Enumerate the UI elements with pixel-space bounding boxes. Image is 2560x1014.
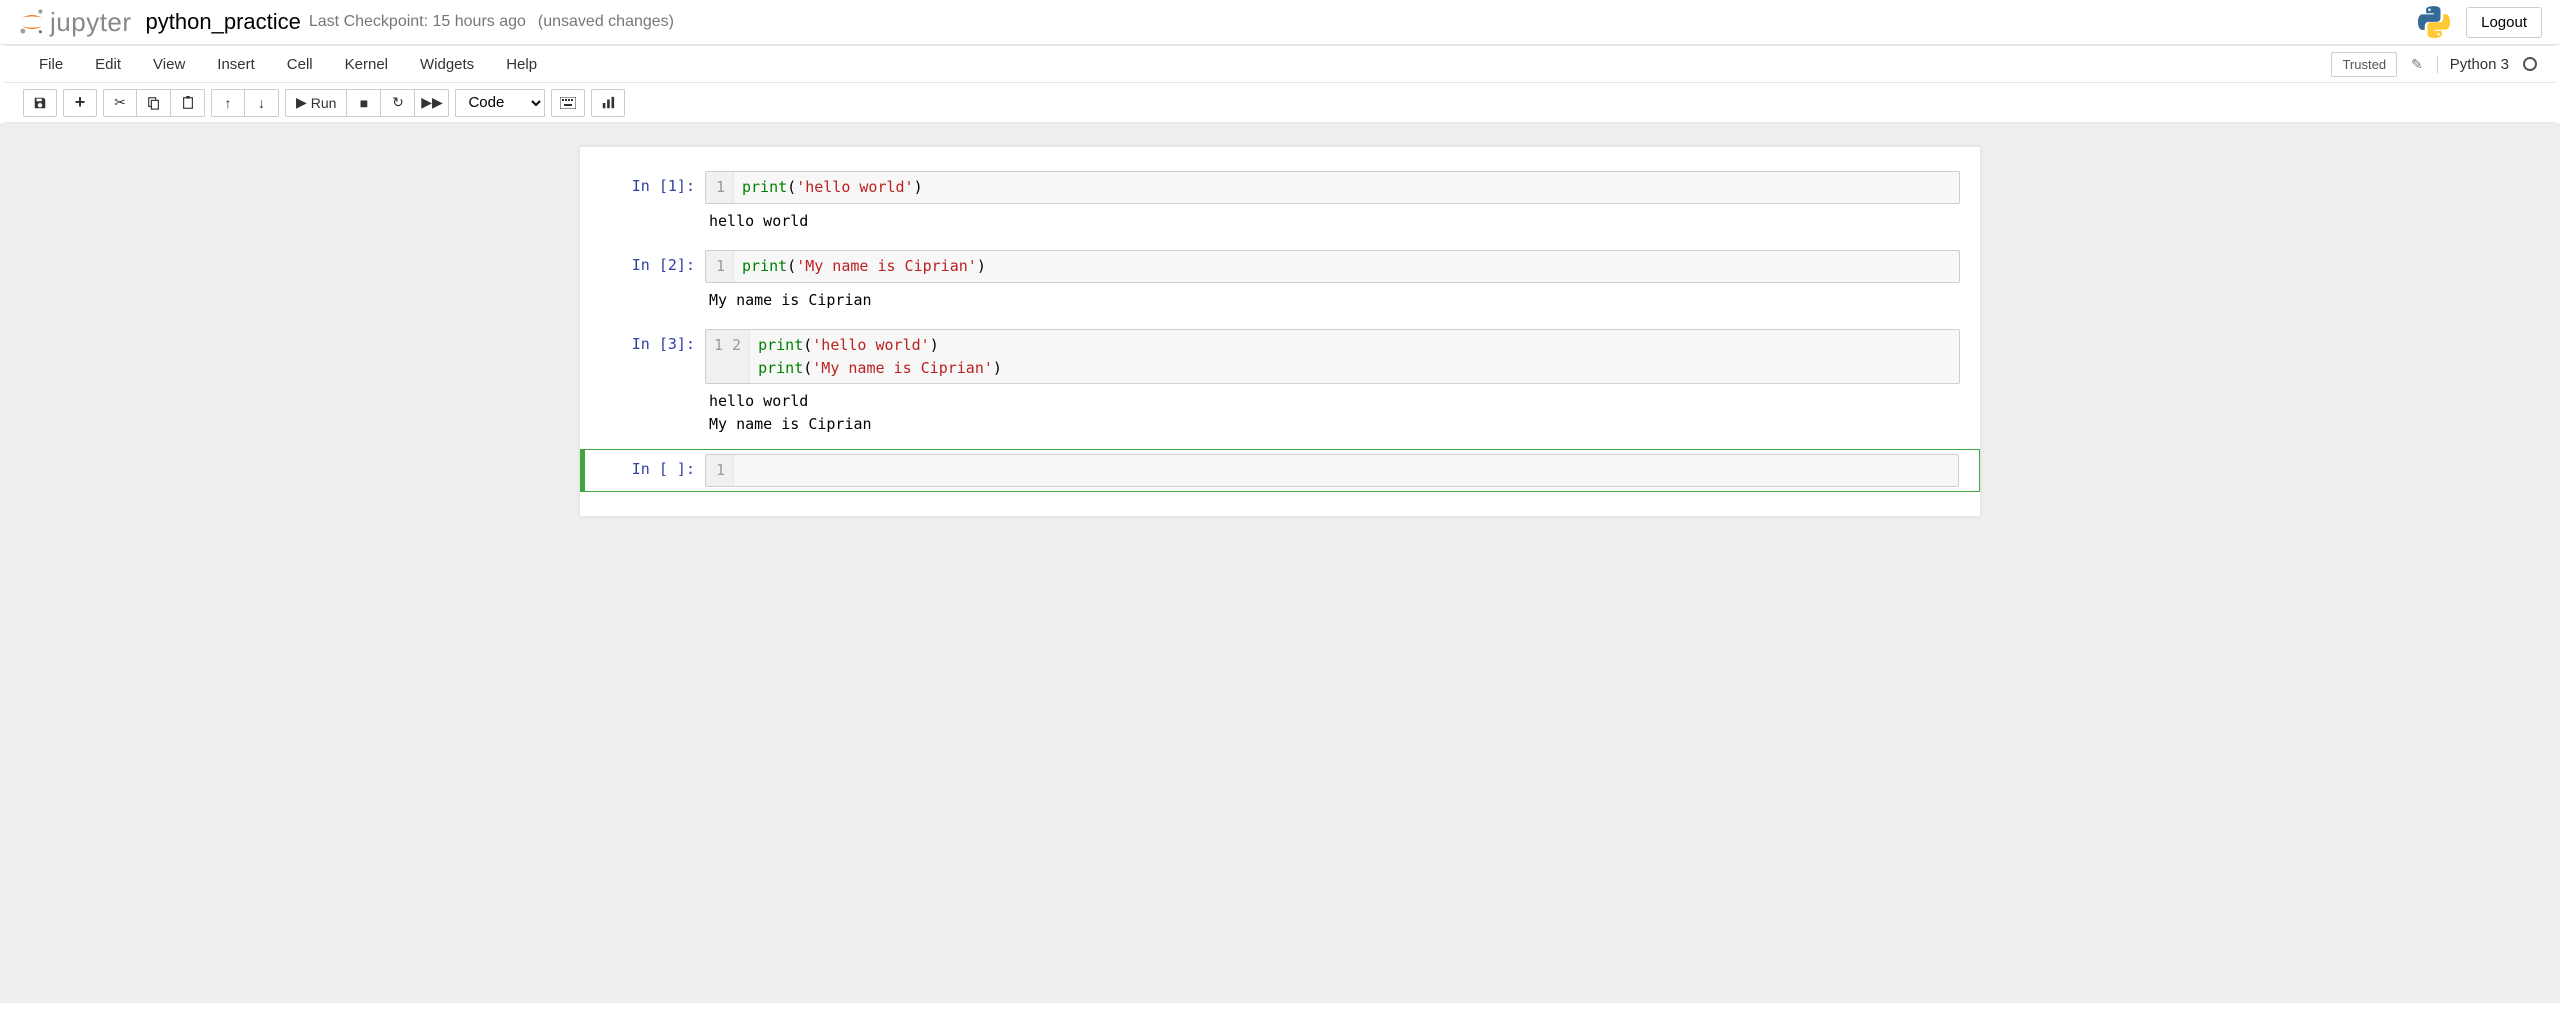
input-area[interactable]: 1 2print('hello world') print('My name i…: [705, 329, 1960, 384]
move-up-button[interactable]: ↑: [211, 89, 245, 117]
kernel-indicator-icon: [2523, 57, 2537, 71]
copy-button[interactable]: [137, 89, 171, 117]
cell-body: 1: [705, 454, 1969, 487]
move-group: ↑ ↓: [211, 89, 279, 117]
checkpoint-text: Last Checkpoint: 15 hours ago: [309, 13, 526, 31]
code-area[interactable]: print('hello world') print('My name is C…: [750, 330, 1959, 383]
line-gutter: 1: [706, 251, 734, 282]
keyboard-icon: [560, 97, 576, 109]
header: jupyter python_practice Last Checkpoint:…: [0, 0, 2560, 45]
menu-widgets[interactable]: Widgets: [404, 48, 490, 81]
interrupt-button[interactable]: ■: [347, 89, 381, 117]
input-area[interactable]: 1: [705, 454, 1959, 487]
copy-icon: [147, 96, 161, 110]
run-label: Run: [311, 95, 337, 111]
code-cell[interactable]: In [ ]:1: [580, 449, 1980, 492]
save-button[interactable]: [23, 89, 57, 117]
pencil-icon[interactable]: ✎: [2405, 56, 2429, 73]
arrow-down-icon: ↓: [258, 95, 265, 111]
menu-help[interactable]: Help: [490, 48, 553, 81]
celltype-select[interactable]: Code: [455, 89, 545, 117]
run-group: ▶︎Run ■ ↻ ▶▶: [285, 89, 449, 117]
code-cell[interactable]: In [1]:1print('hello world')hello world: [580, 167, 1980, 242]
restart-button[interactable]: ↻: [381, 89, 415, 117]
line-gutter: 1 2: [706, 330, 750, 383]
code-area[interactable]: [734, 455, 1958, 486]
menubar-right: Trusted ✎ Python 3: [2331, 52, 2537, 77]
page-body: In [1]:1print('hello world')hello worldI…: [0, 123, 2560, 1003]
move-down-button[interactable]: ↓: [245, 89, 279, 117]
input-prompt: In [1]:: [595, 171, 705, 238]
restart-icon: ↻: [392, 94, 404, 111]
restart-run-all-button[interactable]: ▶▶: [415, 89, 449, 117]
output-area: hello world: [705, 204, 1960, 239]
menu-view[interactable]: View: [137, 48, 201, 81]
paste-button[interactable]: [171, 89, 205, 117]
menu-edit[interactable]: Edit: [79, 48, 137, 81]
arrow-up-icon: ↑: [225, 95, 232, 111]
bar-chart-icon: [601, 96, 615, 110]
cell-body: 1 2print('hello world') print('My name i…: [705, 329, 1970, 441]
stop-icon: ■: [360, 95, 368, 111]
line-gutter: 1: [706, 172, 734, 203]
menu-kernel[interactable]: Kernel: [329, 48, 404, 81]
chart-button[interactable]: [591, 89, 625, 117]
jupyter-logo-text: jupyter: [50, 7, 132, 38]
jupyter-icon: [18, 8, 46, 36]
code-cell[interactable]: In [2]:1print('My name is Ciprian')My na…: [580, 246, 1980, 321]
input-area[interactable]: 1print('hello world'): [705, 171, 1960, 204]
menu-file[interactable]: File: [23, 48, 79, 81]
menu-cell[interactable]: Cell: [271, 48, 329, 81]
save-icon: [33, 96, 47, 110]
output-area: My name is Ciprian: [705, 283, 1960, 318]
cut-button[interactable]: ✂: [103, 89, 137, 117]
python-logo-icon: [2418, 6, 2450, 38]
menu-insert[interactable]: Insert: [201, 48, 271, 81]
cell-body: 1print('hello world')hello world: [705, 171, 1970, 238]
input-prompt: In [2]:: [595, 250, 705, 317]
fast-forward-icon: ▶▶: [421, 94, 443, 111]
line-gutter: 1: [706, 455, 734, 486]
toolbar: + ✂ ↑ ↓ ▶︎Run ■ ↻ ▶▶ Code: [5, 83, 2555, 123]
code-area[interactable]: print('hello world'): [734, 172, 1959, 203]
header-right: Logout: [2418, 6, 2542, 38]
kernel-name[interactable]: Python 3: [2437, 56, 2509, 73]
run-button[interactable]: ▶︎Run: [285, 89, 347, 117]
paste-icon: [181, 96, 195, 110]
input-prompt: In [ ]:: [595, 454, 705, 487]
command-palette-button[interactable]: [551, 89, 585, 117]
code-cell[interactable]: In [3]:1 2print('hello world') print('My…: [580, 325, 1980, 445]
logout-button[interactable]: Logout: [2466, 7, 2542, 38]
unsaved-text: (unsaved changes): [538, 13, 674, 31]
add-cell-button[interactable]: +: [63, 89, 97, 117]
input-area[interactable]: 1print('My name is Ciprian'): [705, 250, 1960, 283]
menubar: File Edit View Insert Cell Kernel Widget…: [5, 45, 2555, 83]
run-icon: ▶︎: [296, 94, 307, 111]
cell-body: 1print('My name is Ciprian')My name is C…: [705, 250, 1970, 317]
output-area: hello world My name is Ciprian: [705, 384, 1960, 441]
notebook-name[interactable]: python_practice: [146, 9, 301, 35]
input-prompt: In [3]:: [595, 329, 705, 441]
trusted-button[interactable]: Trusted: [2331, 52, 2397, 77]
notebook-container: In [1]:1print('hello world')hello worldI…: [580, 147, 1980, 516]
scissors-icon: ✂: [114, 94, 126, 111]
cut-copy-paste-group: ✂: [103, 89, 205, 117]
code-area[interactable]: print('My name is Ciprian'): [734, 251, 1959, 282]
jupyter-logo[interactable]: jupyter: [18, 7, 132, 38]
plus-icon: +: [75, 92, 86, 113]
